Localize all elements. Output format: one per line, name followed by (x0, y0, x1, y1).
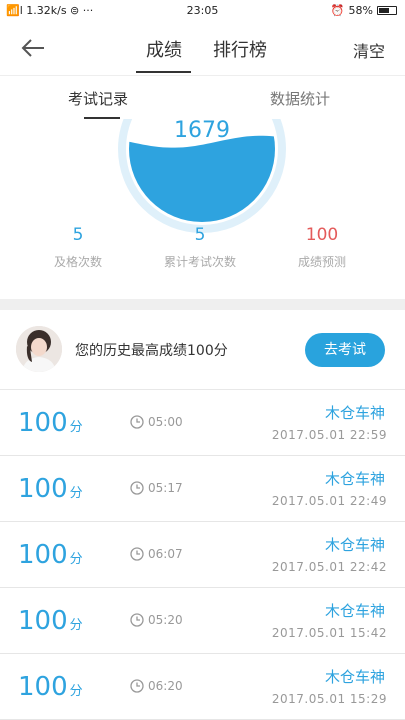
sub-tabs: 考试记录 数据统计 (0, 75, 405, 119)
battery-icon (377, 6, 397, 15)
record-score: 100 分 (18, 606, 83, 636)
record-score: 100 分 (18, 672, 83, 702)
gauge-value: 1679 (174, 119, 230, 143)
record-date: 2017.05.01 22:49 (271, 494, 387, 508)
record-user-name: 木仓车神 (324, 668, 385, 686)
record-duration: 05:20 (130, 613, 183, 627)
clock-icon (130, 679, 144, 693)
nav-bar: 成绩 排行榜 清空 (0, 22, 405, 74)
go-exam-button[interactable]: 去考试 (305, 333, 385, 367)
best-score-row: 您的历史最高成绩100分 去考试 (0, 310, 405, 390)
record-duration: 06:07 (130, 547, 183, 561)
record-duration: 05:00 (130, 415, 183, 429)
record-score: 100 分 (18, 408, 83, 438)
record-date: 2017.05.01 15:42 (271, 626, 387, 640)
stat-label: 成绩预测 (297, 255, 346, 269)
record-list: 100 分 05:00 木仓车神 2017.05.01 22:59 100 分 05… (0, 390, 405, 720)
tab-data-stats[interactable]: 数据统计 (270, 88, 330, 109)
alarm-icon: ⏰ (330, 4, 345, 17)
clear-button[interactable]: 清空 (353, 38, 385, 62)
status-bar: 📶l 1.32k/s ⊜ ··· 23:05 ⏰ 58% (0, 0, 405, 22)
record-duration: 05:17 (130, 481, 183, 495)
record-score: 100 分 (18, 540, 83, 570)
clock-icon (130, 613, 144, 627)
back-arrow-icon (21, 39, 44, 57)
record-row[interactable]: 100 分 05:00 木仓车神 2017.05.01 22:59 (0, 390, 405, 456)
stats-row: 5 及格次数 5 累计考试次数 100 成绩预测 (0, 225, 405, 285)
back-button[interactable] (18, 34, 48, 62)
clock-icon (130, 547, 144, 561)
record-date: 2017.05.01 15:29 (271, 692, 387, 706)
battery-percent: 58% (348, 4, 373, 17)
stat-label: 及格次数 (53, 255, 102, 269)
stat-pass-count: 5 及格次数 (23, 225, 133, 270)
stat-value: 100 (305, 225, 339, 245)
avatar (16, 326, 62, 372)
status-right: ⏰ 58% (331, 4, 397, 17)
record-user-name: 木仓车神 (324, 404, 385, 422)
clock-icon (130, 415, 144, 429)
tab-leaderboard[interactable]: 排行榜 (213, 36, 267, 62)
best-score-text: 您的历史最高成绩100分 (75, 343, 228, 359)
stat-value: 5 (72, 225, 84, 245)
section-divider (0, 299, 405, 310)
record-user-name: 木仓车神 (324, 602, 385, 620)
stat-value: 5 (194, 225, 206, 245)
tab-scores[interactable]: 成绩 (146, 36, 182, 62)
record-row[interactable]: 100 分 06:07 木仓车神 2017.05.01 22:42 (0, 522, 405, 588)
record-user-name: 木仓车神 (324, 536, 385, 554)
tab-exam-records[interactable]: 考试记录 (68, 88, 128, 109)
record-row[interactable]: 100 分 05:17 木仓车神 2017.05.01 22:49 (0, 456, 405, 522)
record-row[interactable]: 100 分 06:20 木仓车神 2017.05.01 15:29 (0, 654, 405, 720)
record-date: 2017.05.01 22:42 (271, 560, 387, 574)
clock-icon (130, 481, 144, 495)
record-score: 100 分 (18, 474, 83, 504)
record-user-name: 木仓车神 (324, 470, 385, 488)
stat-label: 累计考试次数 (163, 255, 236, 269)
stat-total-exams: 5 累计考试次数 (145, 225, 255, 270)
record-date: 2017.05.01 22:59 (271, 428, 387, 442)
record-row[interactable]: 100 分 05:20 木仓车神 2017.05.01 15:42 (0, 588, 405, 654)
user-portrait-icon (16, 326, 62, 372)
active-tab-indicator (136, 71, 191, 73)
stat-score-prediction: 100 成绩预测 (267, 225, 377, 270)
record-duration: 06:20 (130, 679, 183, 693)
